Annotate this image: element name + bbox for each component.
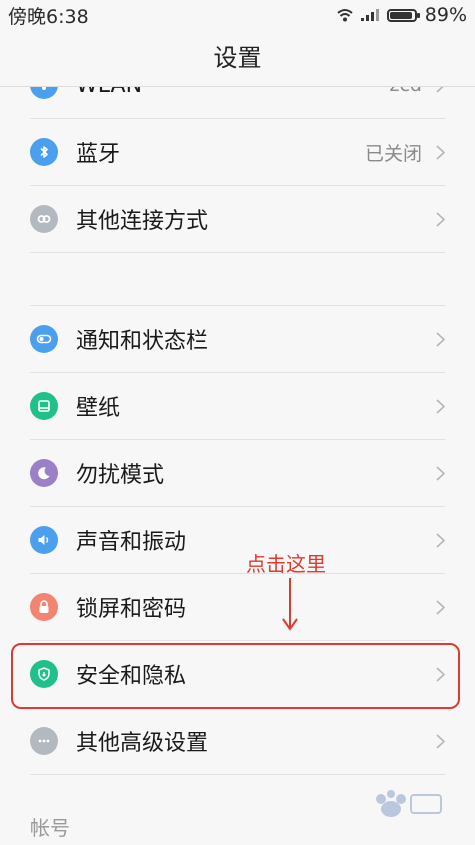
cellular-signal-icon [360,9,379,21]
settings-item-do-not-disturb[interactable]: 勿扰模式 [30,440,445,507]
battery-icon [386,8,420,22]
chevron-right-icon [436,144,445,160]
settings-item-label: 壁纸 [76,396,121,421]
settings-item-label: 锁屏和密码 [76,597,187,622]
section-header-account: 帐号 [30,816,70,840]
status-time: 傍晚6:38 [8,5,89,28]
watermark-logo-icon [376,790,442,817]
settings-item-sound[interactable]: 声音和振动 [30,507,445,574]
settings-item-value: 已关闭 [364,142,422,165]
lock-icon [30,593,58,621]
link-icon [30,205,58,233]
chevron-right-icon [436,465,445,481]
battery-percent: 89% [424,4,467,26]
settings-item-lock-screen[interactable]: 锁屏和密码 [30,574,445,641]
settings-item-label: 其他连接方式 [76,209,209,234]
chevron-right-icon [436,211,445,227]
settings-item-advanced[interactable]: 其他高级设置 [30,708,445,775]
wifi-signal-icon [337,9,353,22]
bluetooth-icon [30,138,58,166]
more-icon [30,727,58,755]
annotation-arrow-icon [282,578,298,631]
wallpaper-icon [30,392,58,420]
toggle-icon [30,325,58,353]
settings-item-other-connections[interactable]: 其他连接方式 [30,186,445,253]
settings-item-label: 通知和状态栏 [76,329,209,354]
annotation-label: 点击这里 [246,552,326,576]
moon-icon [30,459,58,487]
section-spacer [30,253,445,306]
status-bar: 傍晚6:38 89% [0,0,475,30]
annotation-highlight [11,643,460,709]
settings-item-label: 蓝牙 [76,142,121,167]
speaker-icon [30,526,58,554]
settings-item-label: 勿扰模式 [76,463,165,488]
settings-item-wallpaper[interactable]: 壁纸 [30,373,445,440]
chevron-right-icon [436,733,445,749]
page-title: 设置 [0,30,475,87]
chevron-right-icon [436,599,445,615]
chevron-right-icon [436,532,445,548]
settings-item-bluetooth[interactable]: 蓝牙 已关闭 [30,119,445,186]
status-icons: 89% [337,4,467,26]
settings-item-label: 其他高级设置 [76,731,209,756]
chevron-right-icon [436,398,445,414]
settings-item-notifications[interactable]: 通知和状态栏 [30,306,445,373]
chevron-right-icon [436,331,445,347]
